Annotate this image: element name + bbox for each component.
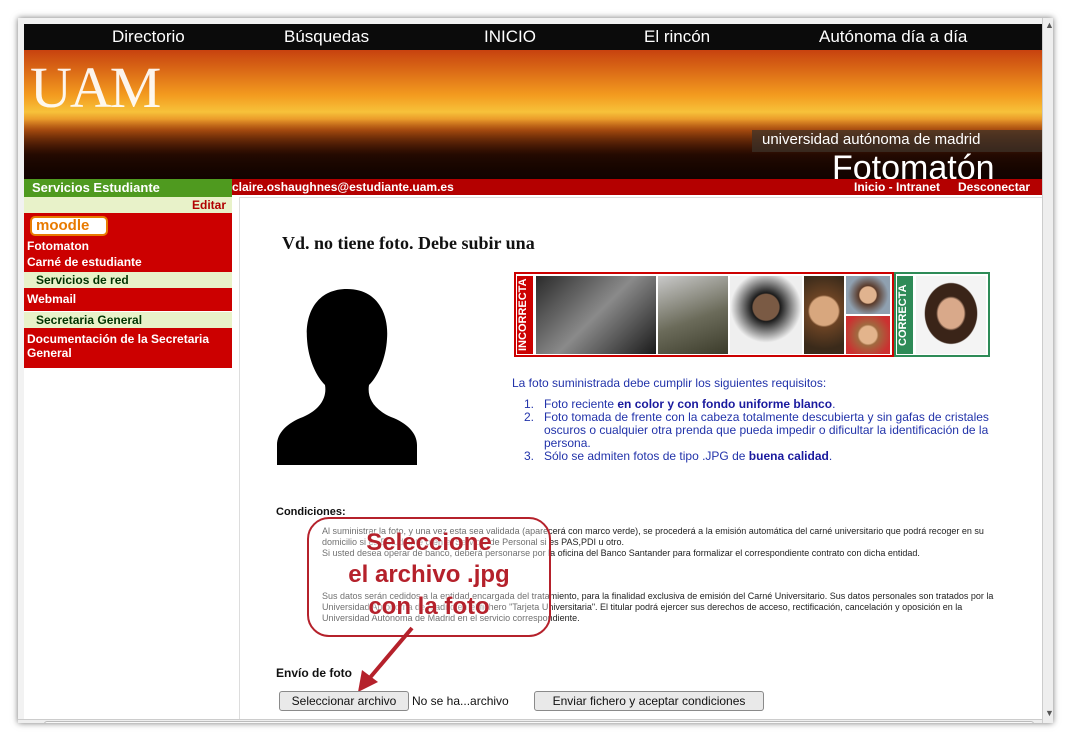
nav-el-rincon[interactable]: El rincón	[644, 27, 710, 47]
photo-incorrect-5	[846, 276, 890, 314]
correct-example: CORRECTA	[894, 272, 990, 357]
callout-arrow-icon	[358, 626, 414, 692]
sidebar-item-webmail[interactable]: Webmail	[27, 292, 76, 306]
top-navigation: Directorio Búsquedas INICIO El rincón Au…	[24, 24, 1042, 50]
callout-line: con la foto	[368, 593, 490, 620]
photo-incorrect-3	[730, 276, 802, 354]
sidebar-item-secretaria[interactable]: Secretaria General	[24, 312, 232, 328]
placeholder-silhouette	[277, 289, 417, 465]
photo-incorrect-4	[804, 276, 844, 354]
app-title: Fotomatón	[832, 149, 995, 179]
user-email: claire.oshaughnes@estudiante.uam.es	[232, 180, 454, 194]
vertical-scrollbar[interactable]: ▲ ▼	[1042, 18, 1053, 723]
page-heading: Vd. no tiene foto. Debe subir una	[282, 233, 535, 253]
header-banner: UAM universidad autónoma de madrid Fotom…	[24, 50, 1042, 179]
browser-window: Directorio Búsquedas INICIO El rincón Au…	[18, 18, 1053, 723]
scroll-up-icon[interactable]: ▲	[1045, 20, 1053, 30]
nav-inicio[interactable]: INICIO	[484, 27, 536, 47]
correct-label: CORRECTA	[897, 276, 913, 354]
nav-busquedas[interactable]: Búsquedas	[284, 27, 369, 47]
requirements-intro: La foto suministrada debe cumplir los si…	[512, 376, 827, 390]
callout-line: Seleccione	[366, 529, 492, 556]
photo-incorrect-1	[536, 276, 656, 354]
incorrect-examples: INCORRECTA	[514, 272, 894, 357]
requirement-item: 3. Sólo se admiten fotos de tipo .JPG de …	[524, 449, 833, 463]
nav-directorio[interactable]: Directorio	[112, 27, 185, 47]
sidebar-item-fotomaton[interactable]: Fotomaton	[27, 239, 89, 253]
photo-incorrect-2	[658, 276, 728, 354]
uam-logo[interactable]: UAM	[30, 54, 161, 121]
moodle-logo-link[interactable]: moodle	[30, 216, 108, 236]
sidebar-header: Servicios Estudiante	[24, 179, 232, 197]
requirements-list: 1. Foto reciente en color y con fondo uni…	[524, 398, 994, 463]
select-file-button[interactable]: Seleccionar archivo	[279, 691, 409, 711]
scroll-left-icon[interactable]: ◀	[24, 721, 31, 723]
inicio-intranet-link[interactable]: Inicio - Intranet	[854, 179, 940, 195]
photo-incorrect-6	[846, 316, 890, 354]
callout-line: el archivo .jpg	[348, 561, 510, 588]
upload-heading: Envío de foto	[276, 666, 352, 680]
university-name: universidad autónoma de madrid	[762, 131, 981, 148]
sidebar-edit-link[interactable]: Editar	[24, 197, 232, 213]
incorrect-label: INCORRECTA	[517, 276, 533, 354]
sidebar-item-documentacion[interactable]: Documentación de la Secretaria General	[27, 332, 227, 360]
logout-link[interactable]: Desconectar	[958, 179, 1030, 195]
requirement-item: 2. Foto tomada de frente con la cabeza to…	[524, 410, 989, 450]
no-file-selected-text: No se ha...archivo	[412, 694, 509, 708]
sidebar-item-servicios-red[interactable]: Servicios de red	[24, 272, 232, 288]
submit-accept-button[interactable]: Enviar fichero y aceptar condiciones	[534, 691, 764, 711]
nav-autonoma-dia-a-dia[interactable]: Autónoma día a día	[819, 27, 967, 47]
photo-correct	[916, 276, 986, 354]
horizontal-scroll-thumb[interactable]	[44, 721, 1034, 723]
scroll-down-icon[interactable]: ▼	[1045, 708, 1053, 718]
page-content: Directorio Búsquedas INICIO El rincón Au…	[24, 24, 1042, 719]
sidebar-item-carne[interactable]: Carné de estudiante	[27, 255, 142, 269]
